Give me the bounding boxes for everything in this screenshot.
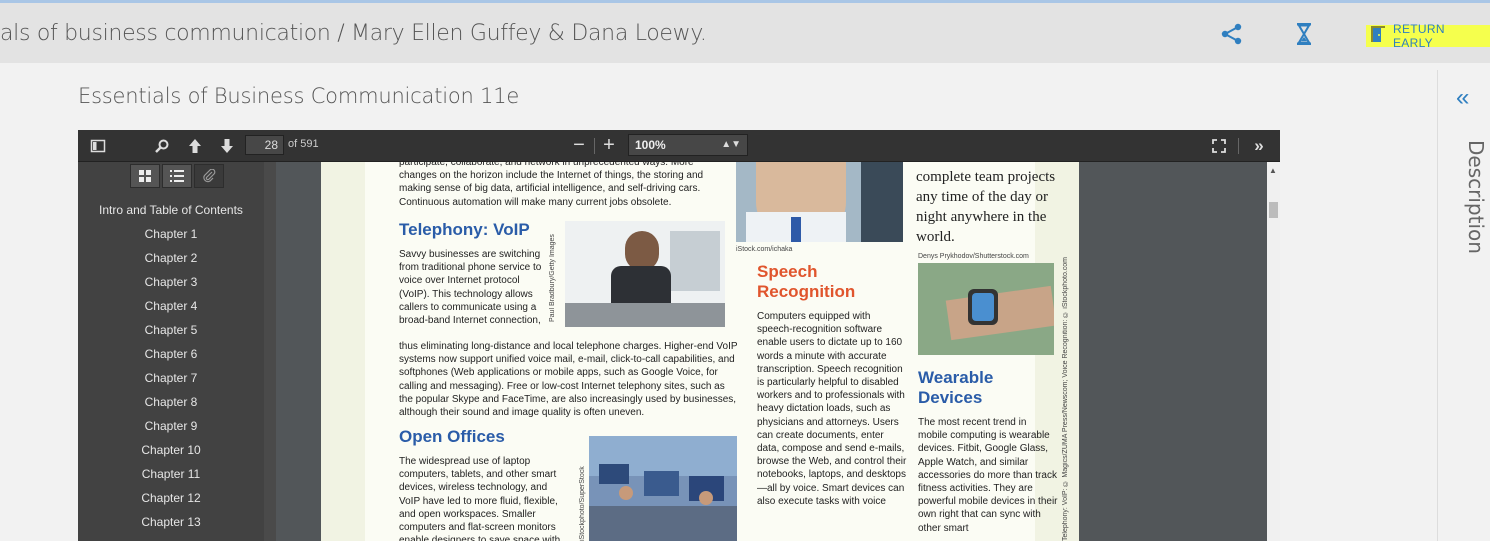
door-icon [1369, 25, 1387, 48]
arrow-up-icon[interactable] [184, 136, 206, 156]
zoom-value: 100% [635, 138, 666, 152]
outline-item[interactable]: Chapter 4 [78, 294, 264, 318]
outline-item[interactable]: Chapter 7 [78, 366, 264, 390]
telephony-photo-credit: Paul Bradbury/Getty Images [549, 234, 556, 322]
telephony-paragraph: Savvy businesses are switching from trad… [399, 249, 542, 327]
thumbnails-tab[interactable] [130, 164, 160, 188]
page-scrollbar[interactable]: ▲ [1267, 162, 1280, 541]
toolbar-divider [1238, 138, 1239, 154]
viewer-toolbar: 28 of 591 − + 100% ▲▼ » [78, 130, 1280, 162]
book-title: Essentials of Business Communication 11e [78, 84, 520, 108]
share-icon[interactable] [1219, 21, 1245, 47]
outline-list: Intro and Table of Contents Chapter 1 Chap… [78, 198, 264, 534]
record-title: als of business communication / Mary Ell… [0, 21, 707, 46]
zoom-out-button[interactable]: − [568, 135, 590, 156]
pdf-viewer: 28 of 591 − + 100% ▲▼ » Intro and Table … [78, 130, 1280, 541]
speech-recognition-paragraph: Computers equipped with speech-recogniti… [757, 311, 907, 507]
sidebar-tabs [130, 164, 224, 188]
sidebar-toggle-icon[interactable] [88, 136, 108, 156]
list-icon [170, 170, 184, 182]
open-offices-heading: Open Offices [399, 427, 505, 446]
outline-item[interactable]: Chapter 12 [78, 486, 264, 510]
denys-credit: Denys Prykhodov/Shutterstock.com [918, 253, 1029, 260]
pull-quote: complete team projects any time of the d… [916, 169, 1056, 245]
fullscreen-icon[interactable] [1208, 136, 1230, 156]
outline-item[interactable]: Intro and Table of Contents [78, 198, 264, 222]
voip-call-photo [565, 221, 725, 327]
outline-item[interactable]: Chapter 3 [78, 270, 264, 294]
paperclip-icon [203, 169, 216, 183]
page-number-input[interactable]: 28 [245, 135, 284, 155]
smartwatch-photo [918, 263, 1054, 355]
wearable-devices-heading: Wearable Devices [918, 368, 994, 407]
wearable-devices-paragraph: The most recent trend in mobile computin… [918, 417, 1058, 534]
open-offices-paragraph: The widespread use of laptop computers, … [399, 456, 561, 541]
outline-item[interactable]: Chapter 6 [78, 342, 264, 366]
intro-paragraph: participate, collaborate, and network in… [399, 162, 704, 208]
open-offices-photo-credit: iStockphoto/SuperStock [579, 466, 586, 541]
zoom-in-button[interactable]: + [598, 135, 620, 156]
outline-item[interactable]: Chapter 11 [78, 462, 264, 486]
grid-icon [139, 170, 151, 182]
arrow-down-icon[interactable] [216, 136, 238, 156]
speech-recognition-heading: Speech Recognition [757, 262, 856, 301]
page-side-credit: Telephony: VoIP: © Magics/ZUMA Press/New… [1062, 256, 1069, 541]
outline-item[interactable]: Chapter 13 [78, 510, 264, 534]
outline-item[interactable]: Chapter 2 [78, 246, 264, 270]
app-header: als of business communication / Mary Ell… [0, 3, 1490, 63]
hourglass-icon[interactable] [1291, 21, 1317, 47]
outline-item[interactable]: Chapter 9 [78, 414, 264, 438]
viewer-sidebar: Intro and Table of Contents Chapter 1 Chap… [78, 162, 276, 541]
outline-item[interactable]: Chapter 8 [78, 390, 264, 414]
page-count: of 591 [288, 138, 319, 150]
telephony-heading: Telephony: VoIP [399, 220, 530, 239]
outline-item[interactable]: Chapter 10 [78, 438, 264, 462]
pdf-page: participate, collaborate, and network in… [321, 162, 1079, 541]
telephony-paragraph-continued: thus eliminating long-distance and local… [399, 341, 738, 419]
outline-item[interactable]: Chapter 5 [78, 318, 264, 342]
toolbar-divider [594, 138, 595, 154]
page-margin-left [321, 162, 365, 541]
return-early-button[interactable]: RETURN EARLY [1366, 22, 1490, 50]
scroll-up-icon[interactable]: ▲ [1269, 166, 1277, 175]
open-office-photo [589, 436, 737, 541]
search-icon[interactable] [152, 136, 172, 156]
return-early-label: RETURN EARLY [1393, 22, 1445, 50]
headset-man-photo [736, 162, 903, 242]
double-chevron-right-icon[interactable]: » [1248, 136, 1270, 156]
outline-item[interactable]: Chapter 1 [78, 222, 264, 246]
attachments-tab[interactable] [194, 164, 224, 188]
select-caret-icon: ▲▼ [721, 139, 741, 150]
zoom-select[interactable]: 100% ▲▼ [628, 134, 748, 156]
scrollbar-thumb[interactable] [1269, 202, 1278, 218]
description-tab[interactable]: Description [1448, 140, 1488, 254]
outline-tab[interactable] [162, 164, 192, 188]
sidebar-scrollbar[interactable] [264, 162, 276, 541]
page-container: participate, collaborate, and network in… [276, 162, 1267, 541]
collapse-panel-button[interactable]: « [1456, 84, 1469, 112]
istock-credit: iStock.com/ichaka [736, 246, 793, 253]
description-panel: « Description [1437, 70, 1490, 541]
